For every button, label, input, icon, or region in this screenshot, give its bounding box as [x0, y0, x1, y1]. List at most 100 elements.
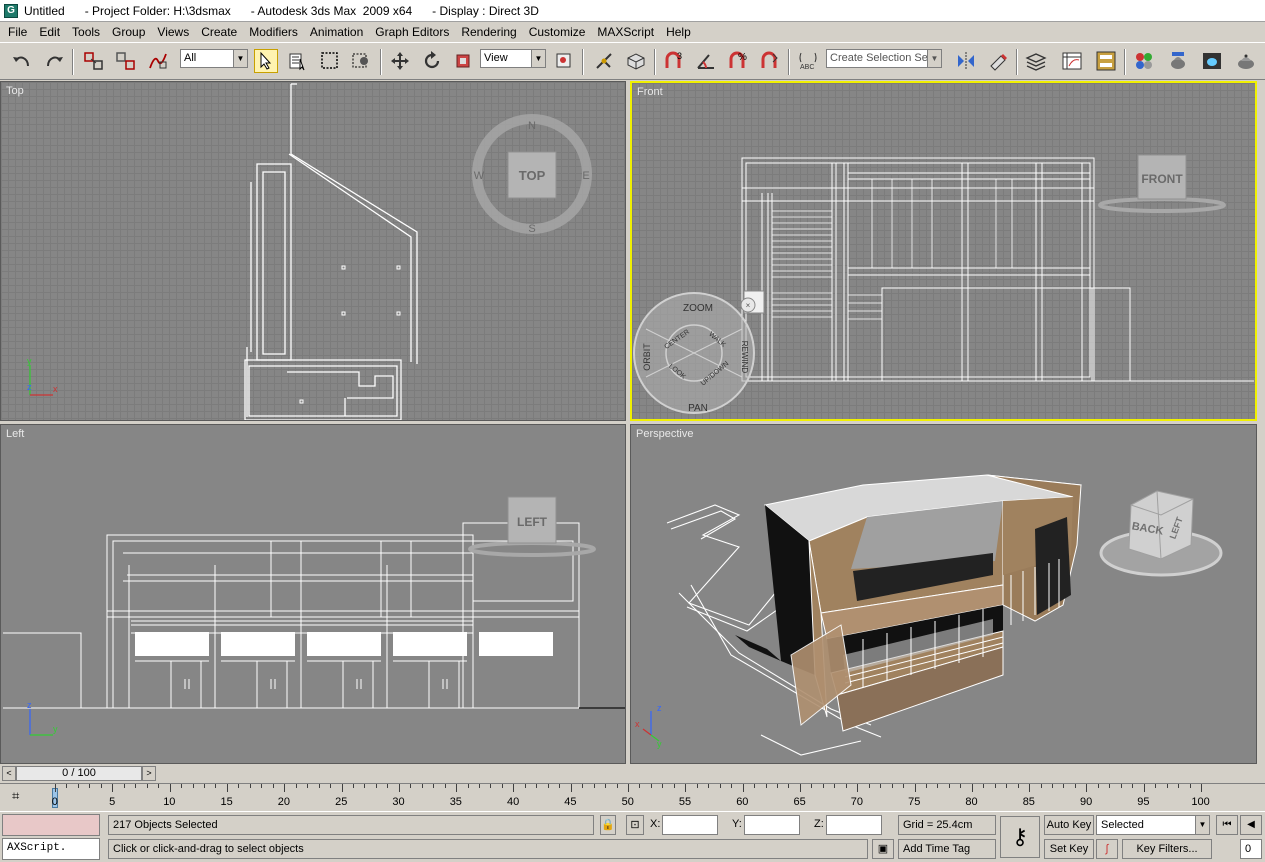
- menu-rendering[interactable]: Rendering: [455, 22, 522, 42]
- render-production-icon[interactable]: [1234, 49, 1258, 73]
- use-pivot-center-icon[interactable]: [552, 49, 576, 73]
- set-key-button[interactable]: Set Key: [1044, 839, 1094, 859]
- keyboard-shortcut-override-icon[interactable]: [624, 49, 648, 73]
- menu-group[interactable]: Group: [106, 22, 151, 42]
- rendered-frame-window-icon[interactable]: [1200, 49, 1224, 73]
- x-coord-input[interactable]: [662, 815, 718, 835]
- menu-views[interactable]: Views: [151, 22, 195, 42]
- ruler-tick: [593, 784, 595, 788]
- 3dsmax-app-icon[interactable]: G: [4, 3, 18, 18]
- window-crossing-icon[interactable]: [350, 49, 374, 73]
- ruler-tick: [776, 784, 778, 788]
- ruler-tick: [673, 784, 675, 788]
- rectangular-selection-icon[interactable]: [318, 49, 342, 73]
- snaps-toggle-icon[interactable]: 3: [662, 49, 686, 73]
- ruler-tick: [650, 784, 652, 788]
- select-object-icon[interactable]: [254, 49, 278, 73]
- ruler-tick: [696, 784, 698, 788]
- named-selection-sets-dropdown[interactable]: Create Selection Set ▼: [826, 49, 942, 68]
- unlink-selection-icon[interactable]: [114, 49, 138, 73]
- menu-animation[interactable]: Animation: [304, 22, 369, 42]
- viewport-top[interactable]: Top TOP N S E W y x z: [0, 81, 626, 421]
- selection-filter-dropdown[interactable]: All ▼: [180, 49, 248, 68]
- previous-frame-button[interactable]: <: [2, 766, 16, 781]
- viewport-label[interactable]: Front: [637, 86, 663, 98]
- add-time-tag-button[interactable]: Add Time Tag: [898, 839, 996, 859]
- ruler-tick: [983, 784, 985, 788]
- select-and-rotate-icon[interactable]: [420, 49, 444, 73]
- menu-create[interactable]: Create: [195, 22, 243, 42]
- front-view-wireframe: FRONT ZOOM ORBIT PAN REWIND CENTER WALK …: [633, 154, 1254, 414]
- viewcube-compass[interactable]: TOP N S E W: [472, 114, 592, 235]
- schematic-view-icon[interactable]: [1094, 49, 1118, 73]
- grid-size-text: Grid = 25.4cm: [903, 819, 973, 831]
- ruler-tick: [765, 784, 767, 788]
- bind-to-space-warp-icon[interactable]: [146, 49, 170, 73]
- key-filters-button[interactable]: Key Filters...: [1122, 839, 1212, 859]
- y-coord-input[interactable]: [744, 815, 800, 835]
- maxscript-mini-listener[interactable]: AXScript.: [2, 838, 100, 860]
- menu-help[interactable]: Help: [660, 22, 697, 42]
- z-coord-input[interactable]: [826, 815, 882, 835]
- steering-wheel[interactable]: ZOOM ORBIT PAN REWIND CENTER WALK LOOK U…: [633, 290, 765, 414]
- svg-text:W: W: [474, 170, 485, 182]
- ruler-tick: [937, 784, 939, 788]
- menu-edit[interactable]: Edit: [33, 22, 66, 42]
- ruler-tick: [55, 784, 56, 792]
- select-and-move-icon[interactable]: [388, 49, 412, 73]
- mini-curve-editor-icon[interactable]: ⌗: [12, 788, 32, 806]
- viewcube-front[interactable]: FRONT: [1098, 154, 1226, 213]
- key-mode-dropdown[interactable]: Selected ▼: [1096, 815, 1210, 835]
- current-frame-input[interactable]: 0: [1240, 839, 1262, 859]
- undo-icon[interactable]: [10, 49, 34, 73]
- curve-editor-icon[interactable]: [1060, 49, 1084, 73]
- menu-graph-editors[interactable]: Graph Editors: [369, 22, 455, 42]
- time-tag-icon[interactable]: ▣: [872, 839, 894, 859]
- viewcube-perspective[interactable]: BACK LEFT: [1099, 490, 1223, 577]
- viewport-perspective[interactable]: Perspective BACK LEFT z x y: [630, 424, 1257, 764]
- viewport-label[interactable]: Perspective: [636, 428, 693, 440]
- viewport-label[interactable]: Left: [6, 428, 24, 440]
- set-key-key-icon[interactable]: ⚷: [1000, 816, 1040, 858]
- spinner-snap-icon[interactable]: [758, 49, 782, 73]
- selection-lock-icon[interactable]: 🔒: [600, 815, 616, 835]
- edit-named-selection-icon[interactable]: ABC: [796, 49, 820, 73]
- menu-maxscript[interactable]: MAXScript: [591, 22, 660, 42]
- viewport-left[interactable]: Left LEFT z y: [0, 424, 626, 764]
- viewport-front[interactable]: Front FRONT ZOOM ORBIT PAN REWIND CENTER…: [630, 81, 1257, 421]
- viewcube-left[interactable]: LEFT: [468, 496, 596, 557]
- mirror-icon[interactable]: [954, 49, 978, 73]
- next-frame-button[interactable]: >: [142, 766, 156, 781]
- material-editor-icon[interactable]: [1132, 49, 1156, 73]
- viewport-label[interactable]: Top: [6, 85, 24, 97]
- select-by-name-icon[interactable]: [286, 49, 310, 73]
- select-and-manipulate-icon[interactable]: [592, 49, 616, 73]
- svg-text:z: z: [27, 700, 32, 710]
- previous-key-icon[interactable]: ◀: [1240, 815, 1262, 835]
- track-bar[interactable]: ⌗ 0 5 10 15 20 25 30 35 40 45 50 55 60 65 70 75 80 85 90 95…: [0, 783, 1265, 811]
- menu-modifiers[interactable]: Modifiers: [243, 22, 304, 42]
- reference-coordinate-dropdown[interactable]: View ▼: [480, 49, 546, 68]
- angle-snap-icon[interactable]: [694, 49, 718, 73]
- auto-key-button[interactable]: Auto Key: [1044, 815, 1094, 835]
- ruler-tick: [490, 784, 492, 788]
- ruler-tick: [364, 784, 366, 788]
- time-slider[interactable]: 0 / 100: [16, 766, 142, 781]
- menu-tools[interactable]: Tools: [66, 22, 106, 42]
- ruler-tick: [903, 784, 905, 788]
- select-and-scale-icon[interactable]: [452, 49, 476, 73]
- redo-icon[interactable]: [42, 49, 66, 73]
- go-to-start-icon[interactable]: ⏮: [1216, 815, 1238, 835]
- render-setup-icon[interactable]: [1166, 49, 1190, 73]
- maxscript-listener-pink[interactable]: [2, 814, 100, 836]
- percent-snap-icon[interactable]: %: [726, 49, 750, 73]
- ruler-tick: [754, 784, 756, 788]
- menu-file[interactable]: File: [2, 22, 33, 42]
- layer-manager-icon[interactable]: [1024, 49, 1048, 73]
- absolute-mode-transform-icon[interactable]: ⊡: [626, 815, 644, 835]
- menu-customize[interactable]: Customize: [523, 22, 592, 42]
- select-and-link-icon[interactable]: [82, 49, 106, 73]
- align-icon[interactable]: [986, 49, 1010, 73]
- ruler-tick: [948, 784, 950, 788]
- default-in-out-tangents-icon[interactable]: ∫: [1096, 839, 1118, 859]
